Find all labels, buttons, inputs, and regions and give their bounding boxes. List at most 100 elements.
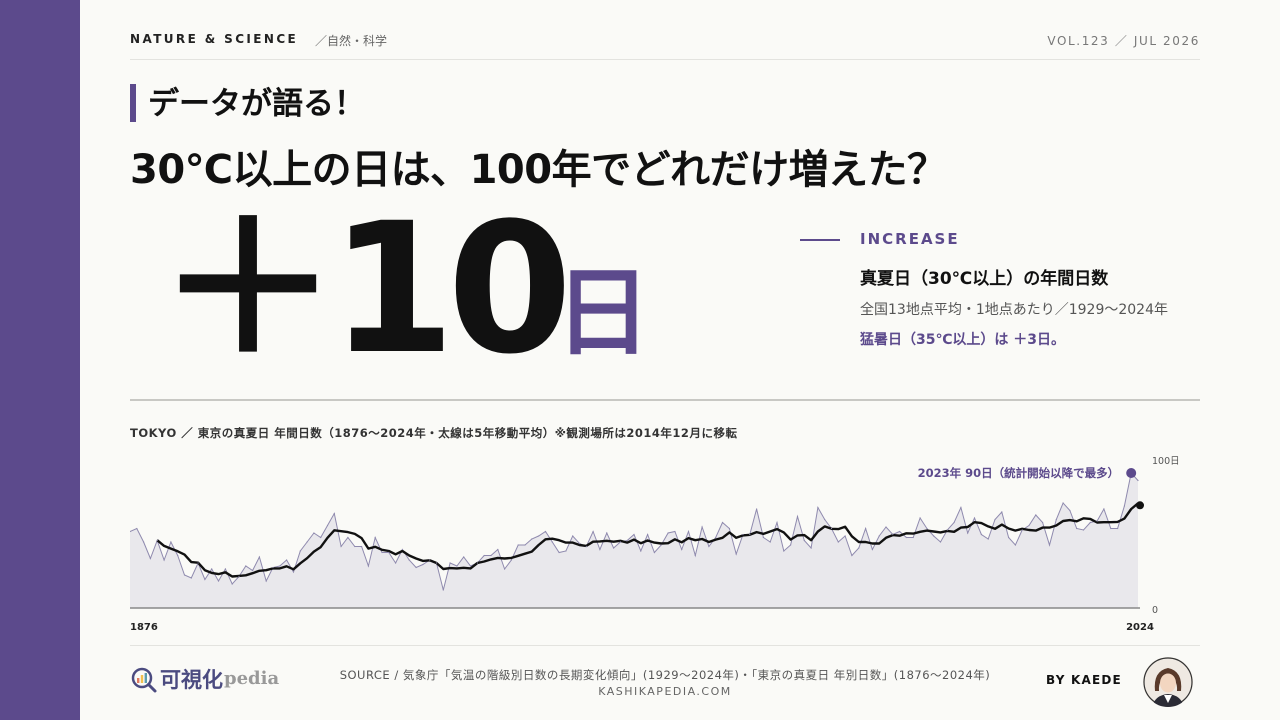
data-point-1970 <box>769 541 771 543</box>
data-point-1926 <box>469 565 472 567</box>
data-point-1962 <box>715 536 717 539</box>
site-url[interactable]: KASHIKAPEDIA.COM <box>270 685 1060 698</box>
data-point-1920 <box>429 559 431 561</box>
data-point-1911 <box>367 565 369 567</box>
data-point-1988 <box>892 533 894 536</box>
data-point-1908 <box>347 536 349 539</box>
data-point-1947 <box>613 547 615 549</box>
data-point-1940 <box>565 550 567 552</box>
data-point-1892 <box>238 575 240 578</box>
data-point-1896 <box>265 580 267 582</box>
data-point-2015 <box>1076 527 1078 530</box>
header-divider <box>130 59 1200 60</box>
data-point-1925 <box>463 556 465 558</box>
data-point-1948 <box>619 541 621 543</box>
data-point-1933 <box>517 544 519 546</box>
data-point-1980 <box>837 541 839 543</box>
data-point-2016 <box>1082 529 1085 531</box>
data-point-1985 <box>871 548 874 551</box>
data-point-1894 <box>252 569 254 572</box>
data-point-2019 <box>1103 508 1105 510</box>
data-point-1968 <box>756 508 758 510</box>
data-point-1893 <box>245 565 247 567</box>
data-point-2003 <box>994 518 996 521</box>
data-point-1883 <box>177 554 179 557</box>
data-point-1961 <box>708 545 710 548</box>
data-point-1882 <box>170 541 172 543</box>
data-point-1915 <box>395 562 397 564</box>
data-point-1999 <box>967 532 969 534</box>
data-point-2001 <box>980 533 983 536</box>
data-point-2022 <box>1123 505 1125 507</box>
data-point-1945 <box>599 548 601 551</box>
tokyo-summer-days-chart: 2023年 90日（統計開始以降で最多） 100日 0 1876 2024 <box>130 456 1180 633</box>
data-point-1907 <box>340 545 342 548</box>
data-point-1983 <box>858 547 860 549</box>
kicker-text: データが語る！ <box>148 86 365 122</box>
data-point-1930 <box>497 548 499 551</box>
data-point-1981 <box>844 535 846 537</box>
data-point-1918 <box>415 566 417 569</box>
kicker-accent-bar <box>130 84 136 122</box>
data-point-1969 <box>762 536 765 539</box>
y-axis-max-label: 100日 <box>1152 456 1180 467</box>
data-point-1977 <box>817 506 819 509</box>
big-number-unit: 日 <box>555 257 651 369</box>
data-point-2014 <box>1069 509 1071 512</box>
data-point-1960 <box>701 526 703 528</box>
data-point-2018 <box>1096 520 1098 522</box>
subcategory-label: ／自然・科学 <box>315 34 388 48</box>
data-point-1939 <box>558 551 560 554</box>
data-point-2008 <box>1028 524 1030 527</box>
data-point-1974 <box>796 515 799 518</box>
data-point-1910 <box>361 545 363 548</box>
accent-side-bar <box>0 0 80 720</box>
chart-caption: TOKYO ／ 東京の真夏日 年間日数（1876〜2024年・太線は5年移動平均… <box>130 426 738 440</box>
data-point-1958 <box>687 530 690 533</box>
data-point-1993 <box>926 527 928 530</box>
data-point-1912 <box>374 536 376 539</box>
data-point-1954 <box>660 544 662 546</box>
data-point-1899 <box>286 559 288 561</box>
data-point-1929 <box>490 554 492 557</box>
data-point-1905 <box>326 524 329 527</box>
data-point-1944 <box>592 530 594 533</box>
data-point-1937 <box>544 530 547 533</box>
data-point-1902 <box>306 541 308 543</box>
data-point-1963 <box>721 521 724 524</box>
volume-label: VOL.123 ／ JUL 2026 <box>1047 34 1200 48</box>
data-point-2017 <box>1089 521 1091 524</box>
data-point-1998 <box>960 506 962 509</box>
data-point-1923 <box>449 562 451 564</box>
data-point-1997 <box>953 521 955 524</box>
data-point-1971 <box>776 521 778 524</box>
data-point-1979 <box>830 527 833 530</box>
infographic-page: NATURE & SCIENCE ／自然・科学 VOL.123 ／ JUL 20… <box>130 0 1200 720</box>
data-point-1946 <box>606 532 608 534</box>
author-byline: BY KAEDE <box>1046 673 1122 687</box>
y-axis-min-label: 0 <box>1152 605 1158 616</box>
data-point-1934 <box>524 544 526 546</box>
data-point-2021 <box>1117 527 1119 530</box>
footer-divider <box>130 645 1200 646</box>
data-point-1913 <box>381 551 383 554</box>
data-point-1943 <box>585 545 587 548</box>
author-avatar <box>1143 657 1193 707</box>
site-logo[interactable]: 可視化 pedia <box>130 664 280 694</box>
data-point-1965 <box>735 553 737 555</box>
data-point-1906 <box>333 512 335 515</box>
data-point-1984 <box>865 527 867 530</box>
data-point-1978 <box>824 518 826 521</box>
data-point-1957 <box>681 548 683 551</box>
data-point-1956 <box>674 530 676 533</box>
data-point-1897 <box>272 566 274 569</box>
data-point-2005 <box>1008 536 1010 539</box>
data-point-1938 <box>551 541 553 543</box>
data-point-2004 <box>1001 511 1003 513</box>
data-point-1951 <box>640 550 642 552</box>
section-divider <box>130 399 1200 401</box>
data-point-1995 <box>939 541 942 543</box>
data-point-1964 <box>728 527 731 530</box>
data-point-1987 <box>885 526 887 528</box>
data-point-1976 <box>810 547 812 549</box>
